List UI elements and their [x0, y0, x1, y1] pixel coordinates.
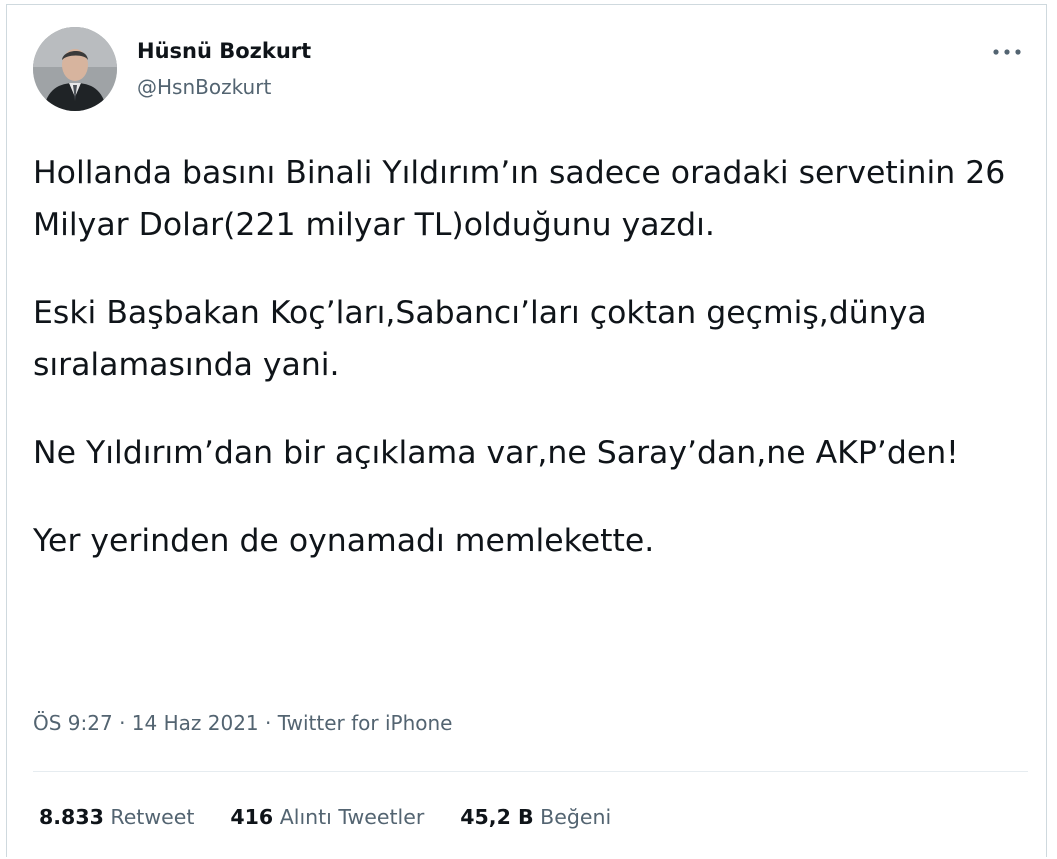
tweet-date[interactable]: 14 Haz 2021	[132, 711, 259, 735]
tweet-paragraph: Eski Başbakan Koç’ları,Sabancı’ları çokt…	[33, 295, 927, 383]
tweet-metadata: ÖS 9:27 · 14 Haz 2021 · Twitter for iPho…	[33, 711, 453, 735]
tweet-text: Hollanda basını Binali Yıldırım’ın sadec…	[33, 147, 1033, 603]
retweets-count: 8.833	[39, 805, 104, 829]
likes-label: Beğeni	[540, 805, 612, 829]
likes-stat[interactable]: 45,2 B Beğeni	[460, 805, 611, 829]
more-horizontal-icon	[993, 49, 1021, 55]
tweet-time[interactable]: ÖS 9:27	[33, 711, 113, 735]
author-name[interactable]: Hüsnü Bozkurt	[137, 39, 311, 63]
quote-tweets-label: Alıntı Tweetler	[279, 805, 425, 829]
tweet-card: Hüsnü Bozkurt @HsnBozkurt Hollanda basın…	[6, 4, 1047, 857]
tweet-paragraph: Hollanda basını Binali Yıldırım’ın sadec…	[33, 155, 1006, 243]
author-avatar[interactable]	[33, 27, 117, 111]
quote-tweets-count: 416	[230, 805, 274, 829]
divider	[33, 771, 1028, 772]
tweet-paragraph: Ne Yıldırım’dan bir açıklama var,ne Sara…	[33, 435, 959, 471]
tweet-source-link[interactable]: Twitter for iPhone	[278, 711, 453, 735]
more-options-button[interactable]	[987, 35, 1027, 69]
meta-separator: ·	[112, 711, 132, 735]
tweet-paragraph: Yer yerinden de oynamadı memlekette.	[33, 523, 655, 559]
avatar-photo-icon	[33, 27, 117, 111]
meta-separator: ·	[258, 711, 278, 735]
author-handle[interactable]: @HsnBozkurt	[137, 75, 271, 99]
retweets-stat[interactable]: 8.833 Retweet	[39, 805, 194, 829]
engagement-stats: 8.833 Retweet 416 Alıntı Tweetler 45,2 B…	[39, 805, 611, 829]
likes-count: 45,2 B	[460, 805, 534, 829]
quote-tweets-stat[interactable]: 416 Alıntı Tweetler	[230, 805, 424, 829]
retweets-label: Retweet	[110, 805, 195, 829]
